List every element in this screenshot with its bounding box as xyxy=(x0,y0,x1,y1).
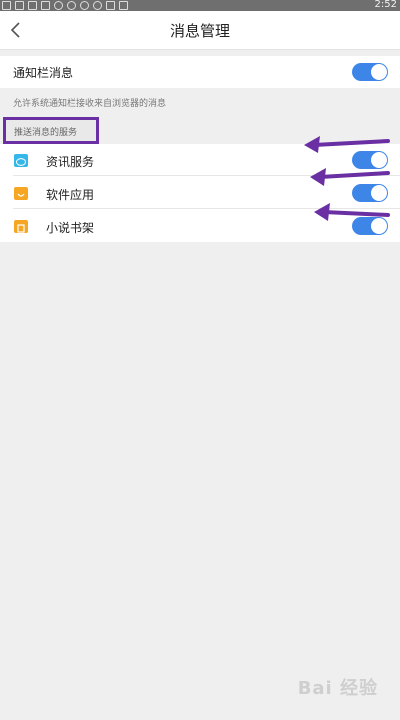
watermark: Bai 经验 xyxy=(297,678,378,699)
chat-bubble-icon xyxy=(14,154,28,167)
notify-setting-label: 通知栏消息 xyxy=(13,66,74,80)
text-icon xyxy=(119,1,128,10)
search-icon xyxy=(54,1,63,10)
status-icons xyxy=(2,0,128,11)
annotation-arrow-icon xyxy=(314,203,390,221)
page-title: 消息管理 xyxy=(169,22,230,40)
search-icon xyxy=(80,1,89,10)
notification-icon xyxy=(15,1,24,10)
navigation-header: 消息管理 xyxy=(0,11,400,50)
notify-toggle[interactable] xyxy=(352,63,388,81)
service-label: 小说书架 xyxy=(46,221,95,235)
annotation-arrow-icon xyxy=(310,168,390,186)
image-icon xyxy=(106,1,115,10)
service-label: 资讯服务 xyxy=(46,155,95,169)
push-section-header: 推送消息的服务 xyxy=(3,117,99,144)
notification-icon xyxy=(2,1,11,10)
weather-icon xyxy=(67,1,76,10)
status-bar: 2:52 xyxy=(0,0,400,11)
notify-setting-row: 通知栏消息 xyxy=(0,56,400,88)
push-section-label: 推送消息的服务 xyxy=(14,128,78,138)
toggle-knob xyxy=(371,64,387,80)
notification-icon xyxy=(28,1,37,10)
notification-icon xyxy=(41,1,50,10)
annotation-arrow-icon xyxy=(304,136,390,153)
service-list: 资讯服务 软件应用 小说书架 xyxy=(0,144,400,242)
book-icon xyxy=(14,220,28,233)
bag-icon xyxy=(14,187,28,200)
status-time: 2:52 xyxy=(374,0,397,10)
notify-description: 允许系统通知栏接收来自浏览器的消息 xyxy=(13,99,167,109)
service-label: 软件应用 xyxy=(46,188,95,202)
app-icon xyxy=(93,1,102,10)
